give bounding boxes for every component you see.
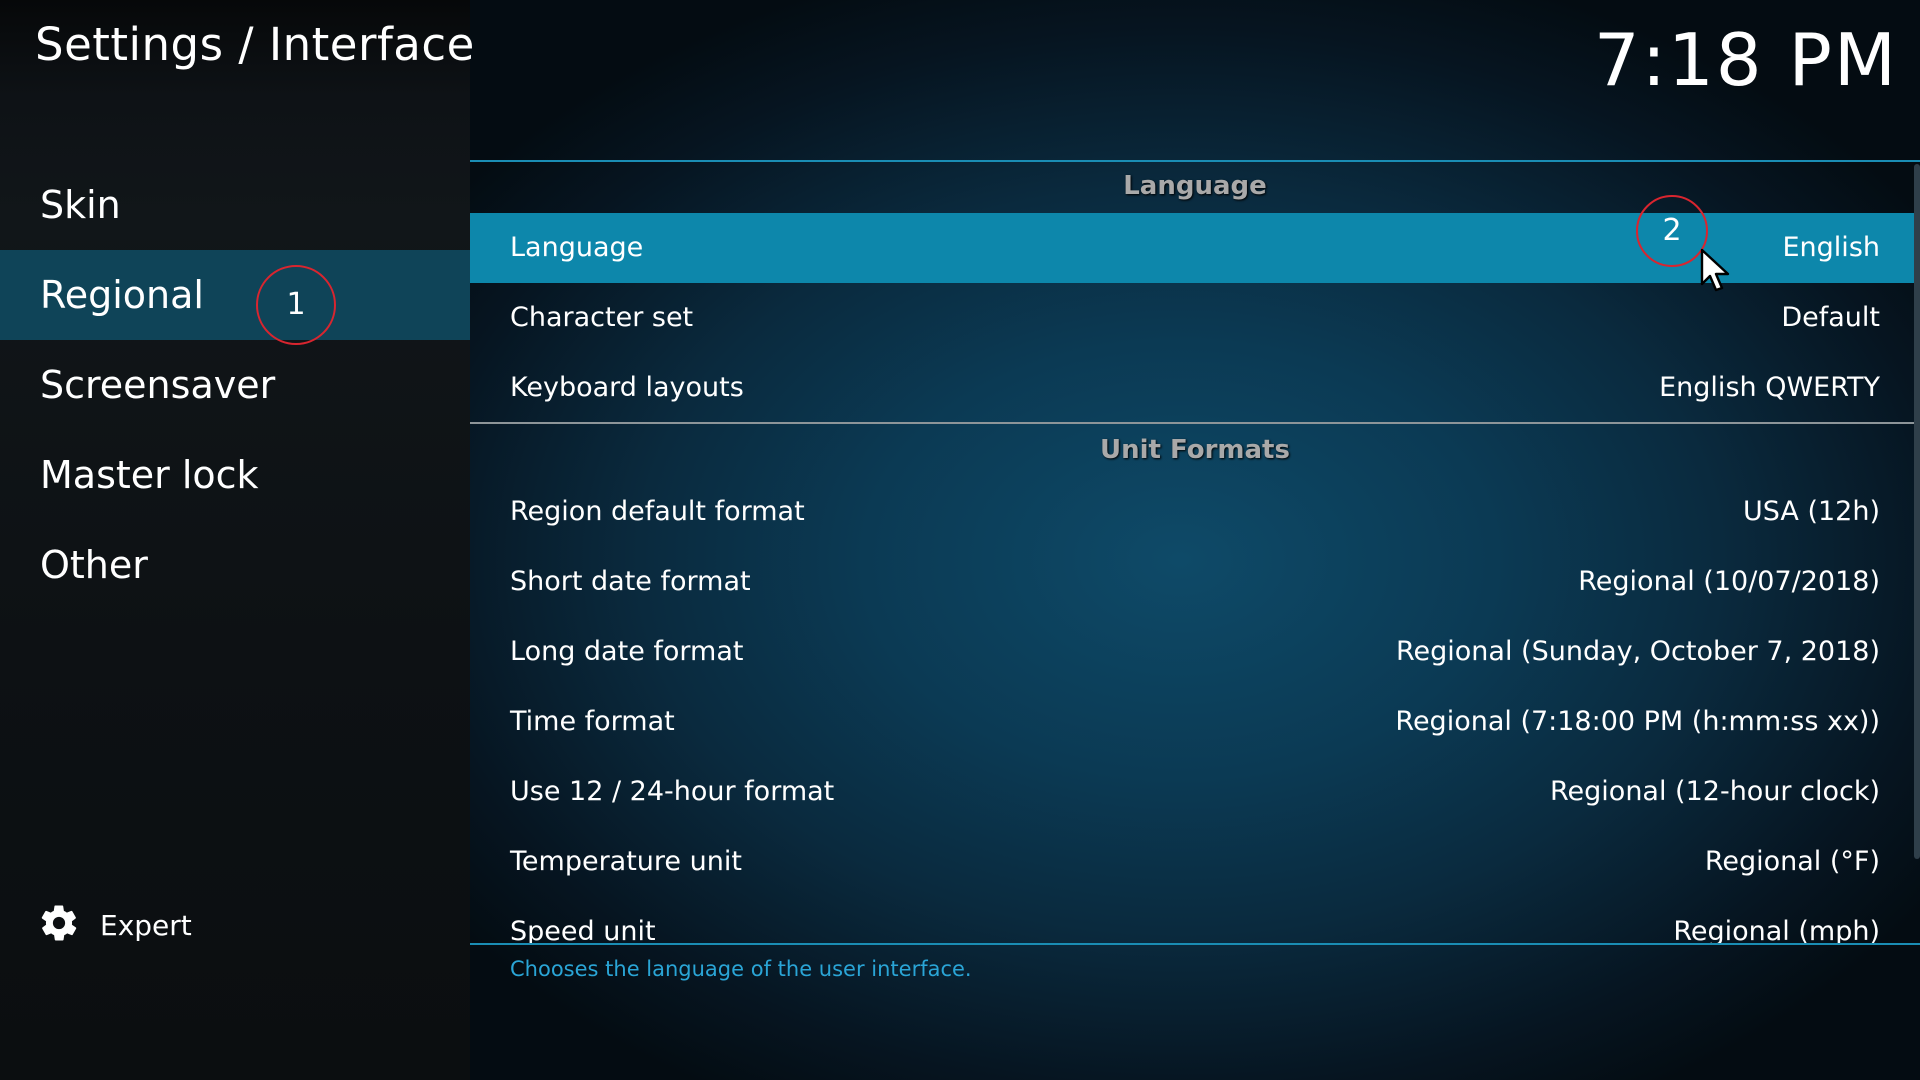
sidebar-item-master-lock[interactable]: Master lock <box>0 430 470 520</box>
sidebar-item-label: Skin <box>40 183 121 227</box>
sidebar-item-regional[interactable]: Regional <box>0 250 470 340</box>
setting-label: Long date format <box>510 636 744 667</box>
setting-value: Regional (°F) <box>1704 846 1880 877</box>
section-header-unit-formats: Unit Formats <box>1100 435 1290 465</box>
setting-value: Regional (10/07/2018) <box>1578 566 1880 597</box>
setting-value: USA (12h) <box>1743 496 1880 527</box>
setting-keyboard-layouts[interactable]: Keyboard layouts English QWERTY <box>470 353 1915 423</box>
setting-value: Default <box>1781 302 1880 333</box>
setting-label: Speed unit <box>510 916 656 943</box>
sidebar-item-label: Master lock <box>40 453 259 497</box>
setting-value: Regional (Sunday, October 7, 2018) <box>1395 636 1880 667</box>
gear-icon <box>38 902 80 948</box>
sidebar-item-screensaver[interactable]: Screensaver <box>0 340 470 430</box>
setting-value: English <box>1782 232 1881 263</box>
sidebar-item-label: Regional <box>40 273 204 317</box>
mouse-cursor-icon <box>1700 248 1730 292</box>
setting-value: Regional (mph) <box>1673 916 1880 943</box>
setting-long-date-format[interactable]: Long date format Regional (Sunday, Octob… <box>470 617 1915 687</box>
sidebar-item-label: Other <box>40 543 148 587</box>
setting-character-set[interactable]: Character set Default <box>470 283 1915 353</box>
settings-screen: Skin Regional Screensaver Master lock Ot… <box>0 0 1920 1080</box>
setting-label: Short date format <box>510 566 751 597</box>
settings-level-button[interactable]: Expert <box>38 900 192 950</box>
setting-region-default-format[interactable]: Region default format USA (12h) <box>470 477 1915 547</box>
setting-label: Language <box>510 232 644 263</box>
annotation-marker-2: 2 <box>1636 195 1708 267</box>
setting-value: English QWERTY <box>1659 372 1880 403</box>
setting-label: Region default format <box>510 496 805 527</box>
divider <box>470 160 1920 162</box>
setting-short-date-format[interactable]: Short date format Regional (10/07/2018) <box>470 547 1915 617</box>
setting-label: Character set <box>510 302 694 333</box>
setting-12-24-hour-format[interactable]: Use 12 / 24-hour format Regional (12-hou… <box>470 757 1915 827</box>
section-divider <box>470 422 1920 424</box>
section-header-language: Language <box>1123 171 1267 201</box>
sidebar-item-other[interactable]: Other <box>0 520 470 610</box>
setting-label: Keyboard layouts <box>510 372 744 403</box>
setting-time-format[interactable]: Time format Regional (7:18:00 PM (h:mm:s… <box>470 687 1915 757</box>
sidebar-item-label: Screensaver <box>40 363 276 407</box>
setting-temperature-unit[interactable]: Temperature unit Regional (°F) <box>470 827 1915 897</box>
setting-label: Time format <box>510 706 675 737</box>
setting-description: Chooses the language of the user interfa… <box>510 957 972 981</box>
setting-value: Regional (7:18:00 PM (h:mm:ss xx)) <box>1395 706 1880 737</box>
sidebar-item-skin[interactable]: Skin <box>0 160 470 250</box>
clock: 7:18 PM <box>1593 18 1898 102</box>
setting-value: Regional (12-hour clock) <box>1550 776 1880 807</box>
page-title: Settings / Interface <box>35 18 475 71</box>
settings-level-label: Expert <box>100 908 192 942</box>
sidebar: Skin Regional Screensaver Master lock Ot… <box>0 0 470 1080</box>
setting-label: Temperature unit <box>510 846 742 877</box>
setting-speed-unit[interactable]: Speed unit Regional (mph) <box>470 897 1915 943</box>
scrollbar[interactable] <box>1914 164 1920 859</box>
setting-label: Use 12 / 24-hour format <box>510 776 835 807</box>
divider <box>470 943 1920 945</box>
annotation-marker-1: 1 <box>256 265 336 345</box>
